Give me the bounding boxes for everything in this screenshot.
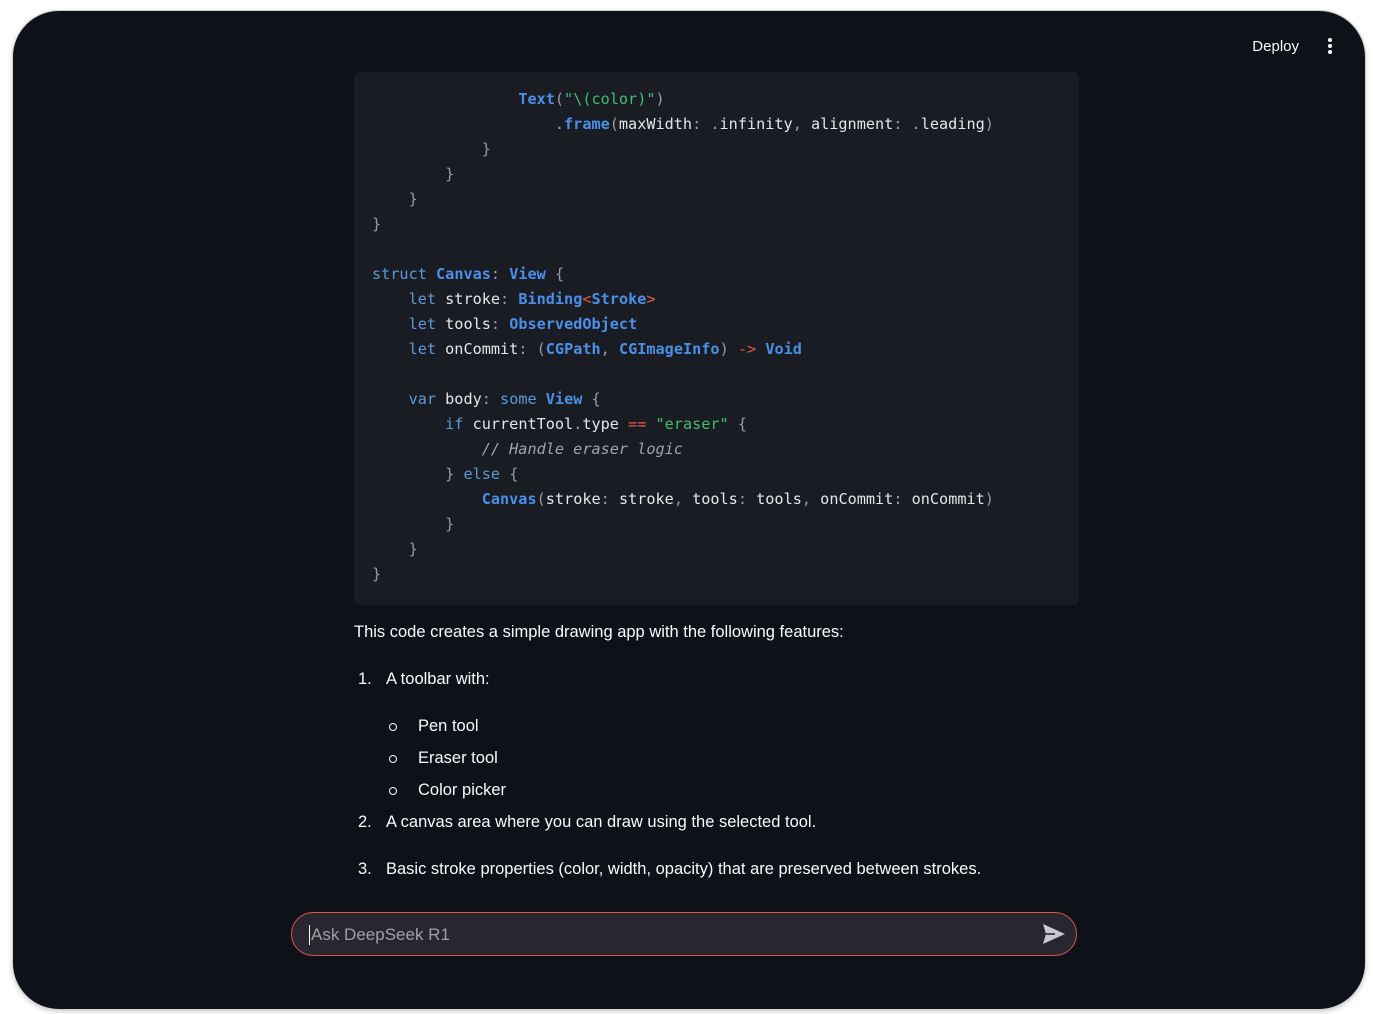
sub-list-item-text: Color picker — [418, 781, 507, 799]
app-window: Deploy Text("\(color)") .frame(maxWidth:… — [13, 11, 1365, 1009]
list-item-text: A toolbar with: — [386, 670, 490, 688]
answer-intro: This code creates a simple drawing app w… — [354, 623, 844, 641]
hollow-bullet-icon — [389, 755, 397, 763]
sub-list-item-text: Pen tool — [418, 717, 479, 735]
chat-input-container — [291, 912, 1077, 956]
chat-input[interactable] — [309, 921, 1013, 949]
deploy-button[interactable]: Deploy — [1252, 36, 1299, 57]
code-block: Text("\(color)") .frame(maxWidth: .infin… — [354, 72, 1079, 605]
list-item-text: Basic stroke properties (color, width, o… — [386, 860, 982, 878]
hollow-bullet-icon — [389, 787, 397, 795]
list-item-text: A canvas area where you can draw using t… — [386, 813, 817, 831]
code-content: Text("\(color)") .frame(maxWidth: .infin… — [372, 90, 994, 583]
vertical-ellipsis-icon[interactable] — [1322, 37, 1338, 55]
header-bar: Deploy — [1065, 11, 1365, 81]
list-number: 3. — [358, 860, 372, 878]
list-number: 2. — [358, 813, 372, 831]
list-number: 1. — [358, 670, 372, 688]
sub-list-item-text: Eraser tool — [418, 749, 498, 767]
hollow-bullet-icon — [389, 723, 397, 731]
send-arrow-icon[interactable] — [1042, 923, 1066, 945]
